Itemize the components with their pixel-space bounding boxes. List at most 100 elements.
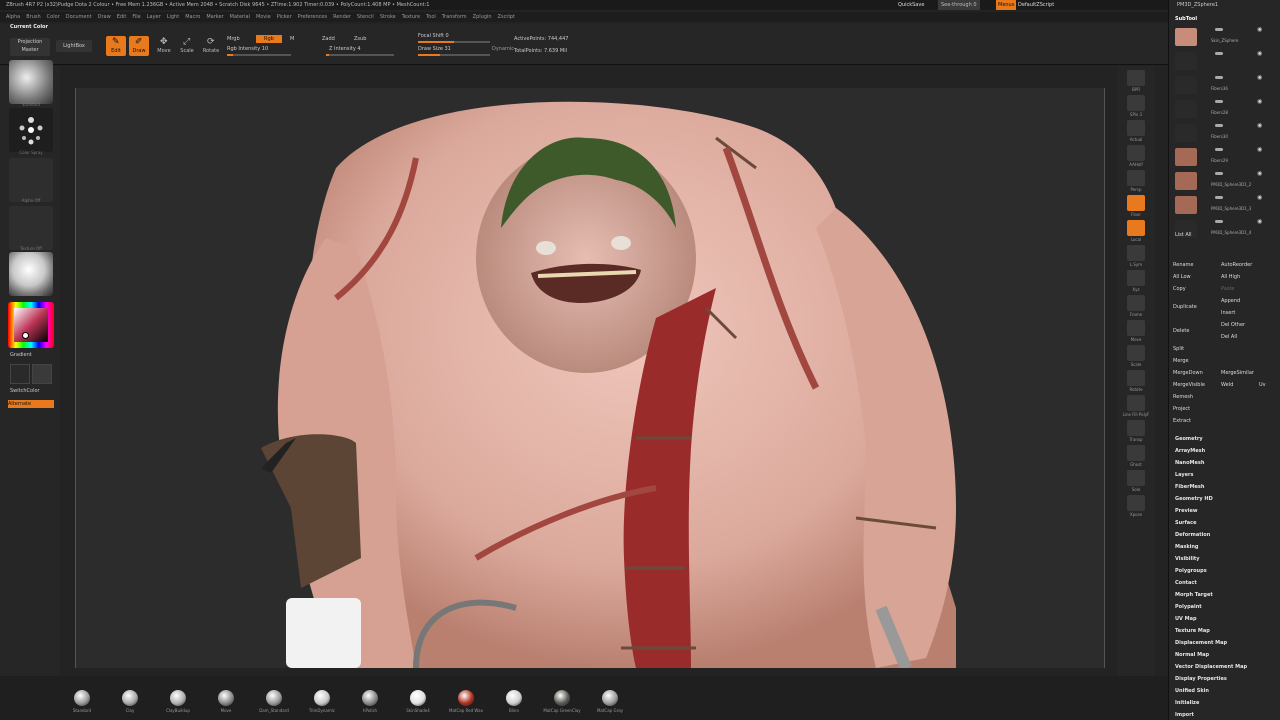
eye-icon[interactable]: ◉ <box>1257 146 1262 153</box>
eye-icon[interactable]: ◉ <box>1257 194 1262 201</box>
main-color-swatch[interactable] <box>10 364 30 384</box>
alpha-thumbnail[interactable] <box>9 158 53 202</box>
default-zscript-button[interactable]: DefaultZScript <box>1018 0 1054 10</box>
right-shelf-icon-11[interactable] <box>1127 345 1145 361</box>
del-all-button[interactable]: Del All <box>1221 334 1237 340</box>
menus-button[interactable]: Menus <box>996 0 1017 10</box>
tool-menu-import[interactable]: Import <box>1175 712 1194 718</box>
brush-thumbnail[interactable] <box>122 690 138 706</box>
tool-menu-deformation[interactable]: Deformation <box>1175 532 1210 538</box>
move-button[interactable]: ✥ Move <box>154 36 174 56</box>
menu-transform[interactable]: Transform <box>442 14 467 20</box>
subtool-toggle[interactable] <box>1215 124 1223 127</box>
subtool-item[interactable]: ◉ Fibers29 <box>1175 146 1275 168</box>
tool-menu-layers[interactable]: Layers <box>1175 472 1194 478</box>
menu-macro[interactable]: Macro <box>185 14 200 20</box>
menu-zplugin[interactable]: Zplugin <box>473 14 492 20</box>
project-button[interactable]: Project <box>1173 406 1190 412</box>
brush-thumbnail[interactable] <box>170 690 186 706</box>
right-shelf-icon-10[interactable] <box>1127 320 1145 336</box>
all-low-button[interactable]: All Low <box>1173 274 1191 280</box>
del-other-button[interactable]: Del Other <box>1221 322 1245 328</box>
brush-thumbnail[interactable] <box>74 690 90 706</box>
menu-preferences[interactable]: Preferences <box>298 14 327 20</box>
right-shelf-icon-15[interactable] <box>1127 445 1145 461</box>
mrgb-button[interactable]: Mrgb <box>227 36 240 42</box>
extract-button[interactable]: Extract <box>1173 418 1191 424</box>
rgb-intensity-track[interactable] <box>227 54 291 56</box>
tool-menu-arraymesh[interactable]: ArrayMesh <box>1175 448 1205 454</box>
right-shelf-icon-1[interactable] <box>1127 95 1145 111</box>
uv-button[interactable]: Uv <box>1259 382 1266 388</box>
z-intensity-slider[interactable]: Z Intensity 4 <box>329 46 361 52</box>
color-picker-square[interactable] <box>14 308 48 342</box>
projection-master-button[interactable]: Projection Master <box>10 38 50 56</box>
right-shelf-icon-17[interactable] <box>1127 495 1145 511</box>
merge-similar-button[interactable]: MergeSimilar <box>1221 370 1254 376</box>
tool-menu-polypaint[interactable]: Polypaint <box>1175 604 1202 610</box>
brush-thumbnail[interactable] <box>554 690 570 706</box>
menu-marker[interactable]: Marker <box>206 14 223 20</box>
menu-stencil[interactable]: Stencil <box>357 14 374 20</box>
gradient-button[interactable]: Gradient <box>10 352 32 358</box>
right-shelf-icon-5[interactable] <box>1127 195 1145 211</box>
tool-menu-fibermesh[interactable]: FiberMesh <box>1175 484 1204 490</box>
eye-icon[interactable]: ◉ <box>1257 98 1262 105</box>
merge-button[interactable]: Merge <box>1173 358 1189 364</box>
eye-icon[interactable]: ◉ <box>1257 218 1262 225</box>
duplicate-button[interactable]: Duplicate <box>1173 304 1197 310</box>
subtool-item[interactable]: ◉ Fibers36 <box>1175 74 1275 96</box>
right-shelf-icon-8[interactable] <box>1127 270 1145 286</box>
edit-button[interactable]: ✎ Edit <box>106 36 126 56</box>
quicksave-button[interactable]: QuickSave <box>898 0 924 10</box>
tool-menu-preview[interactable]: Preview <box>1175 508 1198 514</box>
tool-menu-surface[interactable]: Surface <box>1175 520 1197 526</box>
weld-button[interactable]: Weld <box>1221 382 1233 388</box>
menu-light[interactable]: Light <box>167 14 179 20</box>
brush-thumbnail[interactable] <box>602 690 618 706</box>
tool-menu-uv-map[interactable]: UV Map <box>1175 616 1197 622</box>
tool-menu-display-properties[interactable]: Display Properties <box>1175 676 1227 682</box>
tool-menu-unified-skin[interactable]: Unified Skin <box>1175 688 1209 694</box>
right-shelf-icon-14[interactable] <box>1127 420 1145 436</box>
canvas-viewport[interactable] <box>75 88 1105 668</box>
color-picker-cursor[interactable] <box>22 332 29 339</box>
scale-button[interactable]: ⤢ Scale <box>177 36 197 56</box>
rgb-intensity-slider[interactable]: Rgb Intensity 10 <box>227 46 268 52</box>
brush-thumbnail[interactable] <box>410 690 426 706</box>
menu-zscript[interactable]: Zscript <box>498 14 515 20</box>
rgb-button[interactable]: Rgb <box>256 35 282 43</box>
right-shelf-icon-4[interactable] <box>1127 170 1145 186</box>
tool-menu-geometry-hd[interactable]: Geometry HD <box>1175 496 1213 502</box>
remesh-button[interactable]: Remesh <box>1173 394 1193 400</box>
right-shelf-icon-6[interactable] <box>1127 220 1145 236</box>
switch-color-button[interactable]: SwitchColor <box>10 388 40 394</box>
subtool-toggle[interactable] <box>1215 28 1223 31</box>
subtool-item[interactable]: ◉ PM3D_Sphere3D1_2 <box>1175 170 1275 192</box>
rename-button[interactable]: Rename <box>1173 262 1194 268</box>
subtool-toggle[interactable] <box>1215 52 1223 55</box>
menu-file[interactable]: File <box>132 14 140 20</box>
right-shelf-icon-9[interactable] <box>1127 295 1145 311</box>
tool-menu-nanomesh[interactable]: NanoMesh <box>1175 460 1204 466</box>
secondary-color-swatch[interactable] <box>32 364 52 384</box>
paste-button[interactable]: Paste <box>1221 286 1235 292</box>
subtool-item[interactable]: ◉ PM3D_Sphere3D1_3 <box>1175 194 1275 216</box>
subtool-item[interactable]: ◉ <box>1175 50 1275 72</box>
m-button[interactable]: M <box>290 36 294 42</box>
brush-thumbnail[interactable] <box>362 690 378 706</box>
eye-icon[interactable]: ◉ <box>1257 170 1262 177</box>
eye-icon[interactable]: ◉ <box>1257 122 1262 129</box>
menu-stroke[interactable]: Stroke <box>380 14 396 20</box>
tool-menu-texture-map[interactable]: Texture Map <box>1175 628 1210 634</box>
subtool-header[interactable]: SubTool <box>1175 16 1197 22</box>
subtool-item[interactable]: ◉ Fibers28 <box>1175 98 1275 120</box>
tool-menu-visibility[interactable]: Visibility <box>1175 556 1200 562</box>
tool-menu-displacement-map[interactable]: Displacement Map <box>1175 640 1227 646</box>
right-shelf-icon-3[interactable] <box>1127 145 1145 161</box>
brush-thumbnail[interactable] <box>506 690 522 706</box>
menu-document[interactable]: Document <box>66 14 92 20</box>
brush-thumbnail[interactable] <box>458 690 474 706</box>
focal-shift-track[interactable] <box>418 41 490 43</box>
tool-menu-masking[interactable]: Masking <box>1175 544 1199 550</box>
